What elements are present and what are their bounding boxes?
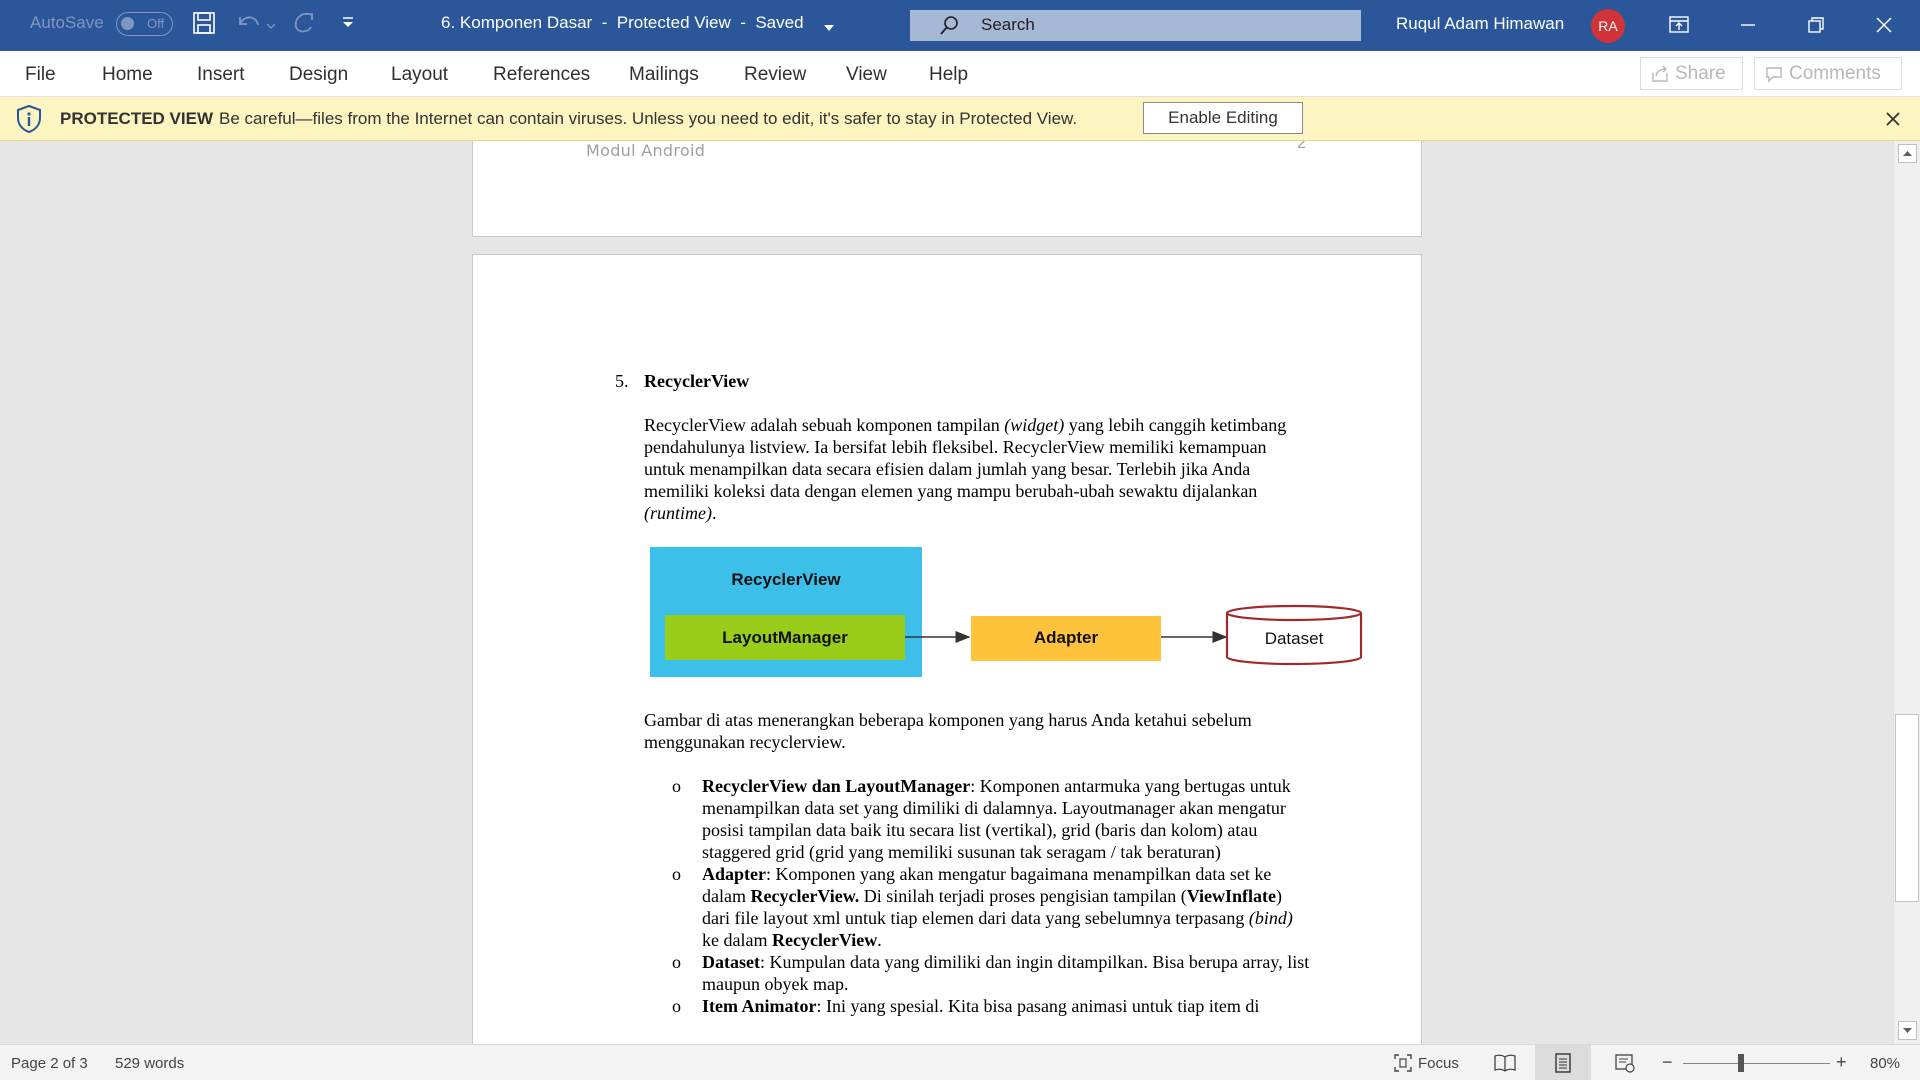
list-item: o RecyclerView dan LayoutManager: Kompon… xyxy=(672,775,1312,863)
toggle-knob xyxy=(121,17,134,30)
comments-label: Comments xyxy=(1789,63,1881,84)
restore-icon[interactable] xyxy=(1801,10,1831,40)
chevron-up-icon xyxy=(1903,151,1912,156)
focus-icon[interactable] xyxy=(1393,1053,1413,1077)
minimize-icon[interactable] xyxy=(1733,10,1763,40)
close-bar-icon[interactable] xyxy=(1886,106,1900,132)
shield-info-icon xyxy=(14,104,44,139)
read-mode-icon[interactable] xyxy=(1494,1053,1516,1077)
search-placeholder: Search xyxy=(981,15,1035,34)
close-icon[interactable] xyxy=(1869,10,1899,40)
list-item-text: Dataset: Kumpulan data yang dimiliki dan… xyxy=(702,952,1310,994)
list-item: o Adapter: Komponen yang akan mengatur b… xyxy=(672,863,1312,951)
autosave-label: AutoSave xyxy=(30,13,104,32)
print-layout-icon[interactable] xyxy=(1553,1053,1573,1077)
search-box[interactable]: Search xyxy=(910,10,1361,41)
title-dropdown-icon[interactable] xyxy=(823,19,835,37)
bullet-list: o RecyclerView dan LayoutManager: Kompon… xyxy=(672,775,1312,1017)
chevron-down-icon xyxy=(1903,1028,1912,1033)
redo-icon[interactable] xyxy=(290,11,316,40)
protected-view-message: Be careful—files from the Internet can c… xyxy=(219,109,1078,128)
list-item: o Dataset: Kumpulan data yang dimiliki d… xyxy=(672,951,1312,995)
status-bar: Page 2 of 3 529 words Focus − + 80% xyxy=(0,1044,1920,1080)
section-title: RecyclerView xyxy=(644,371,750,391)
comments-button[interactable]: Comments xyxy=(1754,57,1902,90)
scroll-down-button[interactable] xyxy=(1898,1021,1917,1040)
bullet-marker: o xyxy=(672,996,681,1016)
zoom-track[interactable] xyxy=(1683,1063,1830,1064)
ribbon-display-options-icon[interactable] xyxy=(1664,10,1694,40)
scroll-thumb[interactable] xyxy=(1895,714,1919,902)
zoom-in-icon[interactable]: + xyxy=(1836,1052,1847,1073)
customize-toolbar-icon[interactable] xyxy=(341,16,355,35)
tab-view[interactable]: View xyxy=(846,64,887,86)
recyclerview-diagram: RecyclerView LayoutManager Adapter Datas… xyxy=(650,547,1363,677)
avatar[interactable]: RA xyxy=(1591,9,1625,43)
share-label: Share xyxy=(1675,63,1726,84)
document-title: 6. Komponen Dasar - Protected View - Sav… xyxy=(441,13,804,32)
section-number: 5. xyxy=(615,371,629,391)
search-icon xyxy=(938,15,960,42)
tab-design[interactable]: Design xyxy=(289,64,348,86)
bullet-marker: o xyxy=(672,776,681,796)
protected-view-title: PROTECTED VIEW xyxy=(60,109,214,128)
tab-references[interactable]: References xyxy=(493,64,590,86)
undo-dropdown-icon[interactable] xyxy=(266,17,276,35)
scroll-up-button[interactable] xyxy=(1898,144,1917,163)
zoom-level[interactable]: 80% xyxy=(1870,1055,1900,1072)
focus-label[interactable]: Focus xyxy=(1418,1055,1459,1072)
protected-view-bar: PROTECTED VIEW Be careful—files from the… xyxy=(0,97,1920,141)
word-count[interactable]: 529 words xyxy=(115,1055,184,1072)
tab-layout[interactable]: Layout xyxy=(391,64,448,86)
page-number: 2 xyxy=(1297,141,1306,152)
tab-mailings[interactable]: Mailings xyxy=(629,64,699,86)
bullet-marker: o xyxy=(672,864,681,884)
autosave-state: Off xyxy=(147,16,165,31)
zoom-slider-thumb[interactable] xyxy=(1738,1054,1744,1072)
list-item: o Item Animator: Ini yang spesial. Kita … xyxy=(672,995,1312,1017)
dataset-label: Dataset xyxy=(1265,629,1324,648)
ribbon-tabs: File Home Insert Design Layout Reference… xyxy=(0,51,1920,97)
vertical-scrollbar[interactable] xyxy=(1893,141,1920,1044)
page-header-text: Modul Android xyxy=(586,141,706,160)
comment-icon xyxy=(1765,65,1783,89)
undo-icon[interactable] xyxy=(236,11,262,40)
enable-editing-button[interactable]: Enable Editing xyxy=(1143,102,1303,134)
tab-review[interactable]: Review xyxy=(744,64,806,86)
paragraph-intro: RecyclerView adalah sebuah komponen tamp… xyxy=(644,415,1287,523)
recyclerview-label: RecyclerView xyxy=(731,570,841,589)
tab-file[interactable]: File xyxy=(25,64,56,86)
autosave-toggle[interactable]: Off xyxy=(116,12,173,36)
tab-insert[interactable]: Insert xyxy=(197,64,245,86)
adapter-label: Adapter xyxy=(1034,628,1099,647)
share-button[interactable]: Share xyxy=(1640,57,1743,90)
list-item-text: RecyclerView dan LayoutManager: Komponen… xyxy=(702,776,1291,862)
paragraph-description: Gambar di atas menerangkan beberapa komp… xyxy=(644,710,1252,752)
list-item-text: Item Animator: Ini yang spesial. Kita bi… xyxy=(702,996,1260,1016)
page-info[interactable]: Page 2 of 3 xyxy=(11,1055,88,1072)
share-icon xyxy=(1651,65,1669,89)
user-name[interactable]: Ruqul Adam Himawan xyxy=(1396,14,1564,34)
list-item-text: Adapter: Komponen yang akan mengatur bag… xyxy=(702,864,1293,950)
save-icon[interactable] xyxy=(192,11,216,40)
tab-home[interactable]: Home xyxy=(102,64,153,86)
document-area[interactable]: Modul Android 2 5. RecyclerView Recycler… xyxy=(0,141,1893,1044)
zoom-out-icon[interactable]: − xyxy=(1662,1052,1673,1073)
tab-help[interactable]: Help xyxy=(929,64,968,86)
title-bar: AutoSave Off 6. Komponen Dasar - Protect… xyxy=(0,0,1920,51)
bullet-marker: o xyxy=(672,952,681,972)
web-layout-icon[interactable] xyxy=(1614,1053,1636,1077)
layoutmanager-label: LayoutManager xyxy=(722,628,848,647)
